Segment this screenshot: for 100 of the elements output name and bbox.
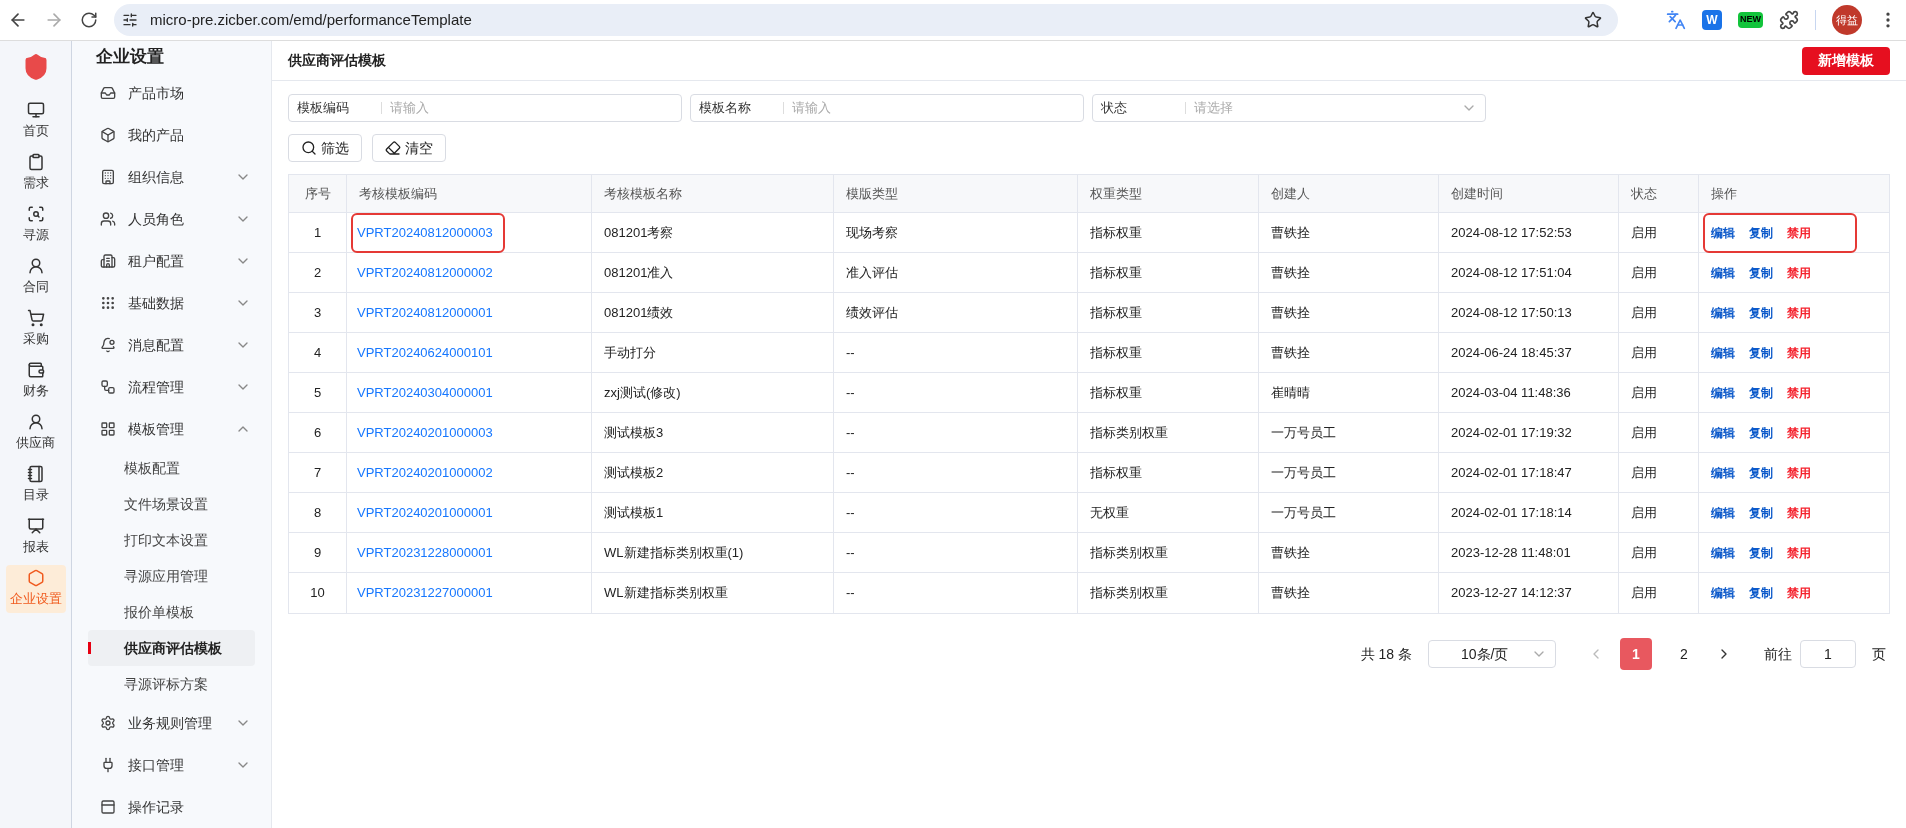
sidebar-subitem[interactable]: 模板配置	[88, 450, 255, 486]
column-header: 状态	[1619, 175, 1699, 212]
sidebar-subitem[interactable]: 寻源评标方案	[88, 666, 255, 702]
template-code-link[interactable]: VPRT20231227000001	[353, 575, 503, 611]
sidebar-item[interactable]: 业务规则管理	[88, 702, 255, 744]
template-code-link[interactable]: VPRT20240812000002	[353, 254, 503, 291]
sidebar-subitem[interactable]: 打印文本设置	[88, 522, 255, 558]
sidebar-item[interactable]: 产品市场	[88, 72, 255, 114]
page-button[interactable]: 1	[1620, 638, 1652, 670]
sidebar-item[interactable]: 流程管理	[88, 366, 255, 408]
template-code-link[interactable]: VPRT20240304000001	[353, 374, 503, 411]
template-code-link[interactable]: VPRT20240812000001	[353, 294, 503, 331]
action-link[interactable]: 复制	[1749, 303, 1773, 322]
action-link[interactable]: 复制	[1749, 423, 1773, 442]
template-code-link[interactable]: VPRT20240201000003	[353, 414, 503, 451]
disable-link[interactable]: 禁用	[1787, 503, 1811, 522]
template-code-link[interactable]: VPRT20240201000001	[353, 494, 503, 531]
action-link[interactable]: 编辑	[1711, 383, 1735, 402]
sidebar-item[interactable]: 人员角色	[88, 198, 255, 240]
table-cell-text: WL新建指标类别权重(1)	[603, 543, 745, 562]
page-suffix: 页	[1872, 644, 1886, 664]
template-code-link[interactable]: VPRT20240812000003	[353, 214, 503, 251]
sidebar-item[interactable]: 组织信息	[88, 156, 255, 198]
sidebar-subitem[interactable]: 寻源应用管理	[88, 558, 255, 594]
rail-item[interactable]: 供应商	[5, 409, 66, 457]
clear-button[interactable]: 清空	[372, 134, 446, 162]
disable-link[interactable]: 禁用	[1787, 463, 1811, 482]
disable-link[interactable]: 禁用	[1787, 423, 1811, 442]
reload-icon[interactable]	[80, 11, 98, 29]
site-settings-icon[interactable]	[122, 12, 138, 28]
table-cell-text: 2024-02-01 17:18:14	[1450, 503, 1573, 522]
address-bar[interactable]: micro-pre.zicber.com/emd/performanceTemplate	[114, 4, 1618, 36]
rail-item[interactable]: 报表	[5, 513, 66, 561]
action-link[interactable]: 复制	[1749, 383, 1773, 402]
action-link[interactable]: 编辑	[1711, 543, 1735, 562]
dots-icon	[100, 295, 116, 311]
action-link[interactable]: 复制	[1749, 584, 1773, 602]
bookmark-star-icon[interactable]	[1584, 11, 1602, 29]
action-link[interactable]: 编辑	[1711, 503, 1735, 522]
sidebar-subitem[interactable]: 供应商评估模板	[88, 630, 255, 666]
action-link[interactable]: 编辑	[1711, 463, 1735, 482]
rail-item[interactable]: 采购	[5, 305, 66, 353]
rail-item[interactable]: 合同	[5, 253, 66, 301]
sidebar-subitem[interactable]: 报价单模板	[88, 594, 255, 630]
status-select[interactable]: 状态 请选择	[1092, 94, 1486, 122]
translate-icon[interactable]	[1666, 10, 1686, 30]
action-link[interactable]: 编辑	[1711, 263, 1735, 282]
table-cell-text: 指标权重	[1089, 343, 1143, 362]
column-header: 创建时间	[1439, 175, 1619, 212]
template-code-link[interactable]: VPRT20231228000001	[353, 534, 503, 571]
action-link[interactable]: 复制	[1749, 263, 1773, 282]
disable-link[interactable]: 禁用	[1787, 223, 1811, 242]
table-cell-text: 曹铁拴	[1270, 584, 1311, 603]
disable-link[interactable]: 禁用	[1787, 543, 1811, 562]
rail-item[interactable]: 目录	[5, 461, 66, 509]
profile-avatar[interactable]: 得益	[1832, 5, 1862, 35]
extension-icon[interactable]: W	[1702, 10, 1722, 30]
action-link[interactable]: 复制	[1749, 343, 1773, 362]
action-link[interactable]: 编辑	[1711, 423, 1735, 442]
rail-item[interactable]: 财务	[5, 357, 66, 405]
add-template-button[interactable]: 新增模板	[1802, 46, 1890, 75]
page-size-select[interactable]: 10条/页	[1428, 640, 1556, 668]
action-link[interactable]: 编辑	[1711, 223, 1735, 242]
sidebar-item[interactable]: 接口管理	[88, 744, 255, 786]
disable-link[interactable]: 禁用	[1787, 263, 1811, 282]
sidebar-item[interactable]: 模板管理	[88, 408, 255, 450]
template-code-link[interactable]: VPRT20240201000002	[353, 454, 503, 491]
filter-button[interactable]: 筛选	[288, 134, 362, 162]
rail-item[interactable]: 寻源	[5, 201, 66, 249]
disable-link[interactable]: 禁用	[1787, 343, 1811, 362]
filter-field[interactable]: 模板名称 请输入	[690, 94, 1084, 122]
sidebar-subitem[interactable]: 文件场景设置	[88, 486, 255, 522]
action-link[interactable]: 编辑	[1711, 303, 1735, 322]
extensions-icon[interactable]	[1779, 10, 1799, 30]
action-link[interactable]: 编辑	[1711, 584, 1735, 602]
extension-icon[interactable]: NEW	[1738, 12, 1763, 28]
sidebar-item[interactable]: 消息配置	[88, 324, 255, 366]
filter-field[interactable]: 模板编码 请输入	[288, 94, 682, 122]
template-code-link[interactable]: VPRT20240624000101	[353, 334, 503, 371]
table-cell-text: --	[845, 463, 856, 482]
grid-icon	[100, 421, 116, 437]
sidebar-item[interactable]: 操作记录	[88, 786, 255, 828]
action-link[interactable]: 复制	[1749, 463, 1773, 482]
person-icon	[26, 413, 45, 432]
goto-page-field[interactable]: 1	[1800, 640, 1856, 668]
action-link[interactable]: 编辑	[1711, 343, 1735, 362]
bell-icon	[100, 337, 116, 353]
disable-link[interactable]: 禁用	[1787, 584, 1811, 602]
action-link[interactable]: 复制	[1749, 503, 1773, 522]
action-link[interactable]: 复制	[1749, 223, 1773, 242]
sidebar-item[interactable]: 租户配置	[88, 240, 255, 282]
disable-link[interactable]: 禁用	[1787, 383, 1811, 402]
rail-item[interactable]: 需求	[5, 149, 66, 197]
rail-item[interactable]: 首页	[5, 97, 66, 145]
sidebar-item[interactable]: 我的产品	[88, 114, 255, 156]
action-link[interactable]: 复制	[1749, 543, 1773, 562]
page-button[interactable]: 2	[1668, 638, 1700, 670]
table-cell-text: 启用	[1630, 383, 1658, 402]
sidebar-item[interactable]: 基础数据	[88, 282, 255, 324]
disable-link[interactable]: 禁用	[1787, 303, 1811, 322]
